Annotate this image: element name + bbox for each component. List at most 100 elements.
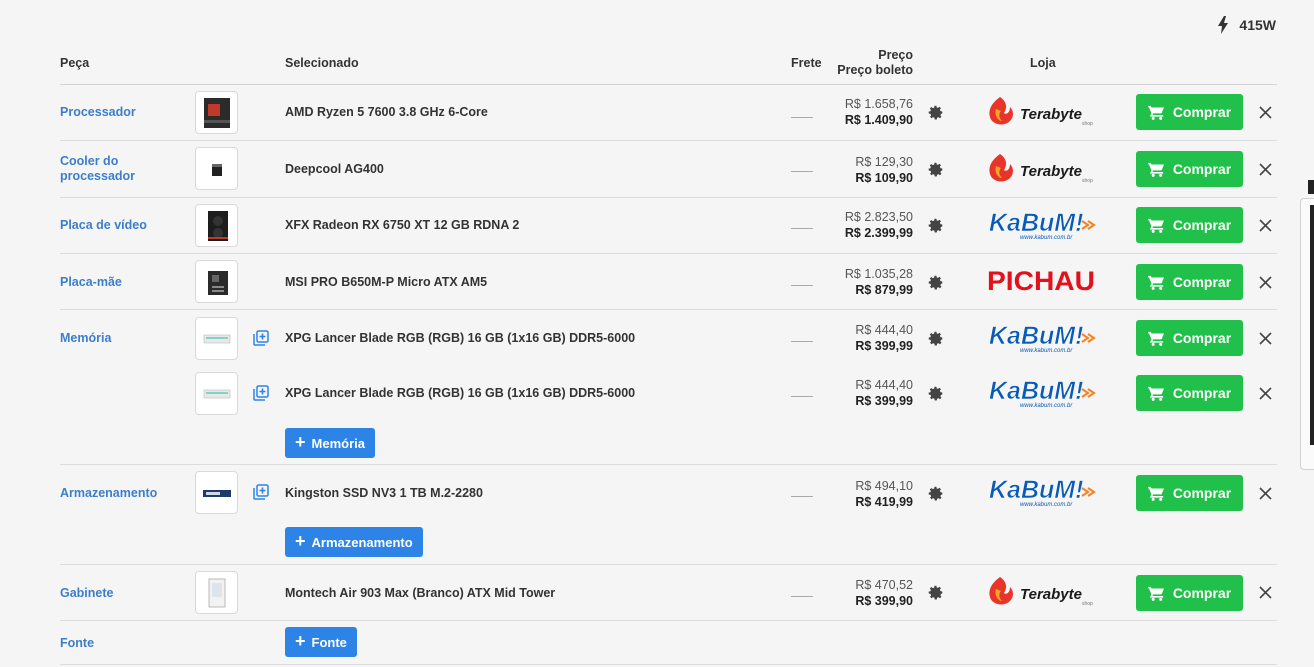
remove-icon[interactable] (1259, 219, 1272, 232)
product-name[interactable]: AMD Ryzen 5 7600 3.8 GHz 6-Core (285, 105, 488, 119)
gpu-image (207, 210, 228, 241)
header-peca: Peça (60, 56, 90, 70)
comprar-label: Comprar (1172, 330, 1232, 346)
header-preco: Preço (878, 48, 913, 62)
cart-icon (1147, 331, 1164, 346)
category-link[interactable]: Placa-mãe (60, 275, 170, 290)
comprar-button[interactable]: Comprar (1136, 94, 1243, 130)
product-thumbnail[interactable] (195, 571, 238, 614)
logo-text: KaBuM! (989, 322, 1083, 350)
product-thumbnail[interactable] (195, 471, 238, 514)
gear-icon[interactable] (927, 330, 944, 347)
product-thumbnail[interactable] (195, 204, 238, 247)
plus-icon: + (295, 432, 306, 452)
add-fonte-button[interactable]: + Fonte (285, 627, 357, 657)
price-block: R$ 1.658,76 R$ 1.409,90 (845, 96, 913, 128)
gear-icon[interactable] (927, 385, 944, 402)
cart-icon (1147, 386, 1164, 401)
category-link[interactable]: Cooler do processador (60, 154, 170, 184)
product-thumbnail[interactable] (195, 317, 238, 360)
category-link[interactable]: Armazenamento (60, 486, 170, 501)
store-logo-kabum[interactable]: KaBuM! www.kabum.com.br (986, 474, 1098, 508)
product-name[interactable]: Montech Air 903 Max (Branco) ATX Mid Tow… (285, 586, 555, 600)
price-boleto: R$ 2.399,99 (844, 226, 913, 240)
comprar-button[interactable]: Comprar (1136, 475, 1243, 511)
logo-text: Terabyte (1020, 106, 1082, 123)
add-fonte-label: Fonte (311, 634, 347, 650)
gear-icon[interactable] (927, 161, 944, 178)
comprar-button[interactable]: Comprar (1136, 207, 1243, 243)
comprar-button[interactable]: Comprar (1136, 375, 1243, 411)
store-logo-kabum[interactable]: KaBuM! www.kabum.com.br (986, 207, 1098, 241)
comprar-label: Comprar (1172, 161, 1232, 177)
gear-icon[interactable] (927, 584, 944, 601)
gear-icon[interactable] (927, 217, 944, 234)
gear-icon[interactable] (927, 485, 944, 502)
remove-icon[interactable] (1259, 332, 1272, 345)
price-boleto: R$ 1.409,90 (844, 113, 913, 127)
product-name[interactable]: XFX Radeon RX 6750 XT 12 GB RDNA 2 (285, 218, 519, 232)
store-logo-terabyte[interactable]: Terabyte shop (986, 575, 1098, 609)
store-logo-kabum[interactable]: KaBuM! www.kabum.com.br (986, 375, 1098, 409)
remove-icon[interactable] (1259, 487, 1272, 500)
product-name[interactable]: XPG Lancer Blade RGB (RGB) 16 GB (1x16 G… (285, 331, 635, 345)
remove-icon[interactable] (1259, 106, 1272, 119)
price-block: R$ 470,52 R$ 399,90 (855, 577, 913, 609)
logo-text: Terabyte (1020, 586, 1082, 603)
plus-icon: + (295, 531, 306, 551)
plus-icon: + (295, 631, 306, 651)
store-logo-kabum[interactable]: KaBuM! www.kabum.com.br (986, 320, 1098, 354)
comprar-button[interactable]: Comprar (1136, 151, 1243, 187)
category-link[interactable]: Placa de vídeo (60, 218, 170, 233)
comprar-label: Comprar (1172, 585, 1232, 601)
table-row: Processador AMD Ryzen 5 7600 3.8 GHz 6-C… (0, 85, 1314, 141)
price: R$ 129,30 (855, 155, 913, 169)
product-thumbnail[interactable] (195, 372, 238, 415)
product-thumbnail[interactable] (195, 147, 238, 190)
product-name[interactable]: Deepcool AG400 (285, 162, 384, 176)
price-block: R$ 2.823,50 R$ 2.399,99 (845, 209, 913, 241)
table-row: Placa-mãe MSI PRO B650M-P Micro ATX AM5 … (0, 254, 1314, 309)
cpu-image (203, 97, 230, 128)
logo-sub: www.kabum.com.br (1020, 502, 1073, 508)
ssd-image (202, 489, 231, 497)
remove-icon[interactable] (1259, 387, 1272, 400)
category-link[interactable]: Fonte (60, 636, 170, 651)
store-logo-terabyte[interactable]: Terabyte shop (986, 152, 1098, 186)
add-copy-icon[interactable] (253, 330, 269, 346)
price: R$ 1.658,76 (844, 97, 913, 111)
logo-sub: shop (1082, 178, 1093, 184)
comprar-label: Comprar (1172, 104, 1232, 120)
remove-icon[interactable] (1259, 163, 1272, 176)
gear-icon[interactable] (927, 274, 944, 291)
category-link[interactable]: Memória (60, 331, 170, 346)
product-thumbnail[interactable] (195, 260, 238, 303)
add-armazenamento-button[interactable]: + Armazenamento (285, 527, 423, 557)
product-name[interactable]: Kingston SSD NV3 1 TB M.2-2280 (285, 486, 483, 500)
product-thumbnail[interactable] (195, 91, 238, 134)
comprar-button[interactable]: Comprar (1136, 264, 1243, 300)
comprar-label: Comprar (1172, 385, 1232, 401)
add-memoria-button[interactable]: + Memória (285, 428, 375, 458)
product-name[interactable]: XPG Lancer Blade RGB (RGB) 16 GB (1x16 G… (285, 386, 635, 400)
comprar-button[interactable]: Comprar (1136, 320, 1243, 356)
frete-empty (791, 228, 813, 229)
add-copy-icon[interactable] (253, 484, 269, 500)
cart-icon (1147, 105, 1164, 120)
category-link[interactable]: Processador (60, 105, 170, 120)
comprar-label: Comprar (1172, 217, 1232, 233)
store-logo-pichau[interactable]: PICHAU (986, 264, 1098, 298)
store-logo-terabyte[interactable]: Terabyte shop (986, 95, 1098, 129)
product-name[interactable]: MSI PRO B650M-P Micro ATX AM5 (285, 275, 487, 289)
add-copy-icon[interactable] (253, 385, 269, 401)
frete-empty (791, 341, 813, 342)
cooler-image (211, 163, 222, 176)
add-memoria-label: Memória (311, 435, 365, 451)
row-divider (60, 664, 1277, 665)
remove-icon[interactable] (1259, 276, 1272, 289)
category-link[interactable]: Gabinete (60, 586, 170, 601)
comprar-button[interactable]: Comprar (1136, 575, 1243, 611)
remove-icon[interactable] (1259, 586, 1272, 599)
cart-icon (1147, 218, 1164, 233)
gear-icon[interactable] (927, 104, 944, 121)
